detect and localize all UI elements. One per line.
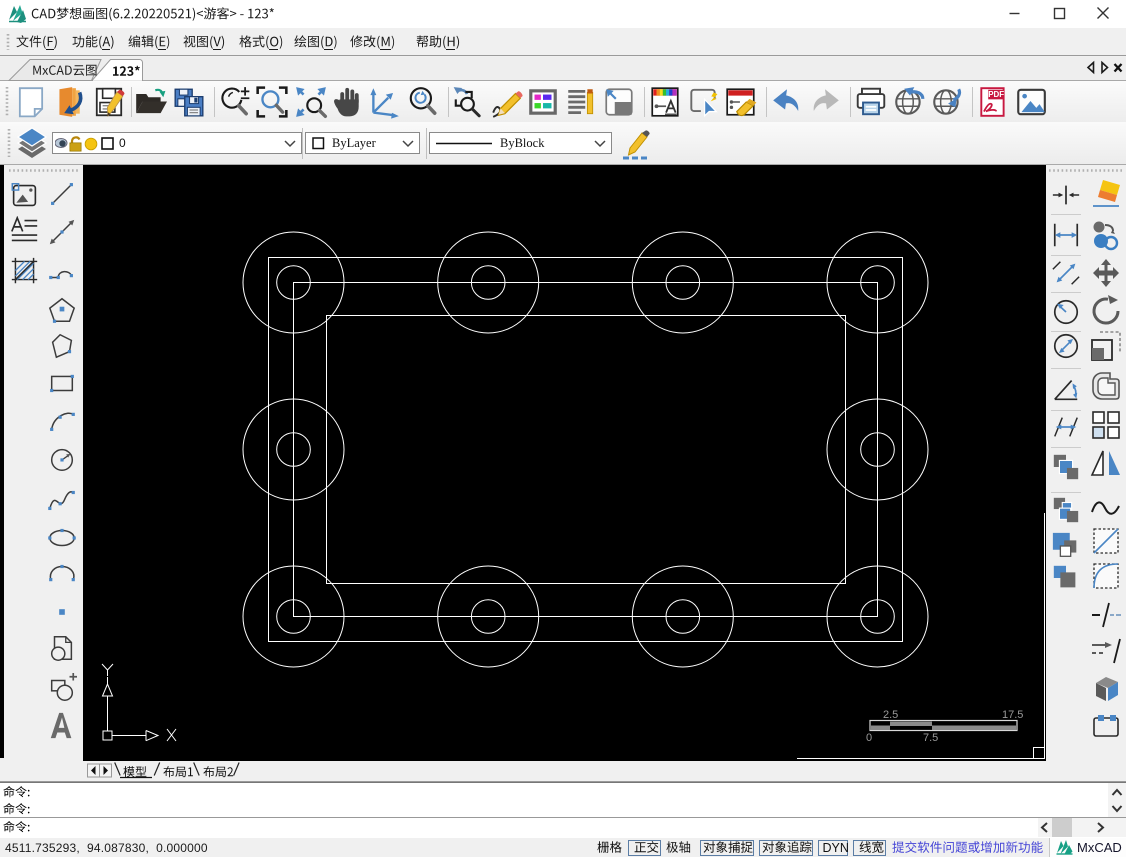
svg-text:7.5: 7.5 bbox=[923, 732, 938, 744]
svg-text:2.5: 2.5 bbox=[883, 709, 898, 721]
svg-text:17.5: 17.5 bbox=[1002, 709, 1023, 721]
svg-text:0: 0 bbox=[866, 732, 872, 744]
svg-text:PDF: PDF bbox=[988, 90, 1004, 99]
